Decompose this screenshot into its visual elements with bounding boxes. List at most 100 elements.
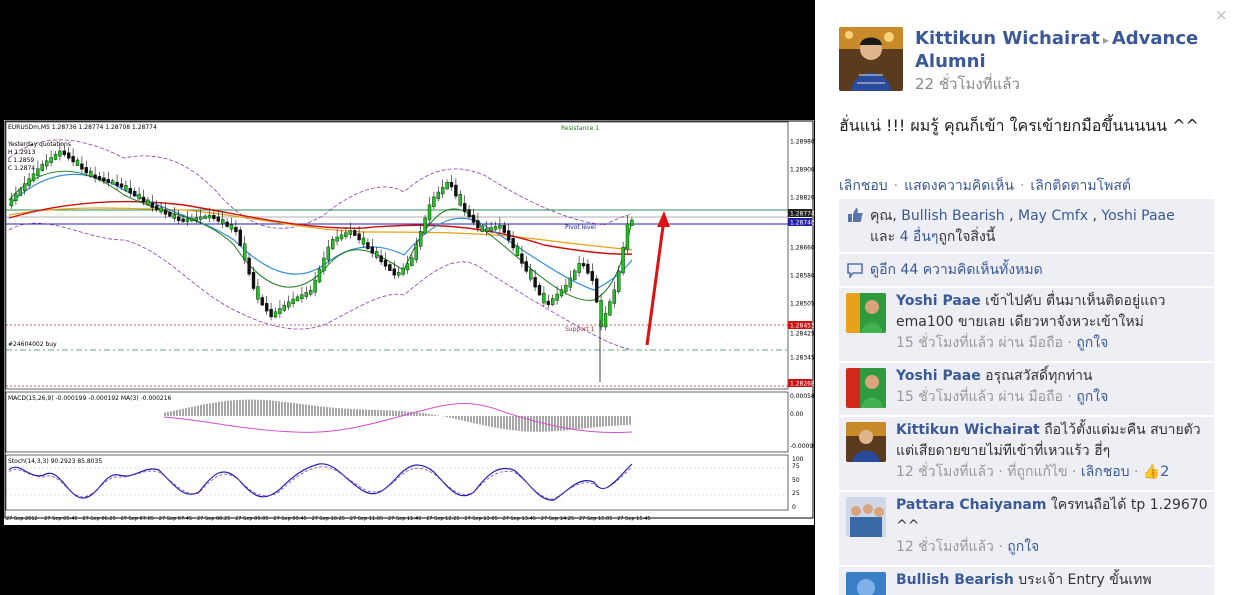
liker-link[interactable]: Yoshi Paae (1101, 208, 1174, 224)
unlike-link[interactable]: เลิกชอบ (1081, 464, 1130, 480)
comment-link[interactable]: แสดงความคิดเห็น (904, 178, 1014, 194)
candle-body (625, 223, 630, 250)
price-tick: 1.28774 (790, 211, 814, 218)
info-line: Yesterday quotations (7, 141, 71, 148)
commenter-name[interactable]: Bullish Bearish (896, 572, 1014, 588)
thumbs-up-icon[interactable]: 👍 (1143, 464, 1160, 480)
price-tick: 1.28505 (790, 301, 814, 308)
pivot-label: Pivot level (565, 224, 596, 231)
commenter-name[interactable]: Yoshi Paae (896, 293, 981, 309)
price-tick: 1.28660 (790, 245, 814, 252)
commenter-avatar[interactable] (846, 368, 886, 408)
candle-body (220, 219, 225, 225)
candle-body (546, 300, 550, 305)
stoch-tick: 25 (792, 490, 800, 497)
candle-body (71, 156, 75, 163)
candle-body (370, 246, 374, 254)
time-tick: 27 Sep 15:05 (579, 516, 612, 522)
candle-body (357, 233, 361, 241)
view-all-comments[interactable]: ดูอีก 44 ความคิดเห็นทั้งหมด (839, 254, 1214, 286)
time-tick: 27 Sep 13:05 (464, 516, 497, 522)
resistance-label: Resistance 1 (561, 125, 599, 132)
commenter-avatar[interactable] (846, 422, 886, 462)
price-tick: 1.28345 (790, 355, 814, 362)
comment-item: Kittikun Wichairat ถือไว้ตั้งแต่มะคืน สบ… (839, 417, 1214, 490)
candle-body (524, 261, 528, 272)
candle-body (36, 168, 40, 176)
like-link[interactable]: ถูกใจ (1007, 539, 1039, 555)
candle-body (309, 289, 313, 295)
candle-body (379, 255, 383, 263)
macd-tick: 0.00 (790, 411, 804, 418)
candle-body (568, 277, 572, 288)
candle-body (203, 215, 207, 219)
post-message: ฮั่นแน่ !!! ผมรู้ คุณก็เข้า ใครเข้ายกมือ… (839, 116, 1199, 135)
candle-body (344, 232, 348, 237)
post-timestamp[interactable]: 22 ชั่วโมงที่แล้ว (915, 72, 1020, 96)
unlike-link[interactable]: เลิกชอบ (839, 178, 888, 194)
commenter-avatar[interactable] (846, 572, 886, 595)
candle-body (265, 303, 269, 312)
commenter-name[interactable]: Pattara Chaiyanam (896, 497, 1046, 513)
commenter-avatar[interactable] (846, 293, 886, 333)
price-tick: 1.28453 (790, 323, 814, 330)
candle-body (102, 177, 106, 182)
time-tick: 27 Sep 12:25 (426, 516, 459, 522)
candle-body (375, 250, 379, 258)
candle-body (471, 214, 476, 223)
comment-item: Pattara Chaiyanam ใครทนถือได้ tp 1.29670… (839, 492, 1214, 565)
candle-body (537, 284, 542, 296)
price-tick: 1.28900 (790, 167, 814, 174)
candle-body (181, 218, 185, 222)
candle-body (80, 163, 84, 170)
candle-body (269, 308, 273, 318)
candle-body (542, 292, 546, 304)
candle-body (216, 216, 221, 222)
candle-body (93, 174, 97, 179)
comment-time[interactable]: 15 ชั่วโมงที่แล้ว ผ่าน มือถือ (896, 389, 1063, 405)
time-tick: 27 Sep 07:05 (121, 516, 154, 522)
thumbs-up-icon (848, 208, 863, 222)
candle-body (432, 196, 436, 207)
candle-body (128, 187, 133, 194)
candle-body (27, 178, 31, 186)
edited-label[interactable]: ที่ถูกแก้ไข (1007, 464, 1067, 480)
comment-time[interactable]: 12 ชั่วโมงที่แล้ว (896, 539, 994, 555)
order-label: #24604002 buy (8, 341, 57, 348)
candle-body (31, 173, 36, 181)
comment-item: Yoshi Paae อรุณสวัสดิ์ทุกท่าน 15 ชั่วโมง… (839, 363, 1214, 415)
candle-body (229, 224, 234, 230)
comment-time[interactable]: 15 ชั่วโมงที่แล้ว ผ่าน มือถือ (896, 335, 1063, 351)
candle-body (577, 263, 581, 273)
candle-body (612, 289, 616, 304)
time-tick: 27 Sep 05:45 (44, 516, 77, 522)
liker-link[interactable]: Bullish Bearish (901, 208, 1004, 224)
commenter-name[interactable]: Yoshi Paae (896, 368, 981, 384)
candle-body (58, 150, 62, 157)
price-tick: 1.28980 (790, 139, 814, 146)
others-link[interactable]: 4 อื่นๆ (900, 229, 939, 245)
comment-time[interactable]: 12 ชั่วโมงที่แล้ว (896, 464, 994, 480)
unfollow-link[interactable]: เลิกติดตามโพสต์ (1030, 178, 1131, 194)
candle-body (300, 294, 304, 300)
like-count[interactable]: 2 (1160, 464, 1169, 480)
stoch-tick: 75 (792, 463, 800, 470)
price-tick: 1.28425 (790, 331, 814, 338)
candle-body (489, 227, 493, 231)
candle-body (304, 292, 308, 297)
time-tick: 27 Sep 09:45 (273, 516, 306, 522)
author-name[interactable]: Kittikun Wichairat (915, 28, 1100, 49)
close-button[interactable]: × (1215, 6, 1228, 24)
commenter-name[interactable]: Kittikun Wichairat (896, 422, 1040, 438)
candle-body (405, 263, 410, 271)
candle-body (511, 238, 515, 249)
like-link[interactable]: ถูกใจ (1076, 389, 1108, 405)
like-link[interactable]: ถูกใจ (1076, 335, 1108, 351)
liker-link[interactable]: May Cmfx (1018, 208, 1088, 224)
commenter-avatar[interactable] (846, 497, 886, 537)
candle-body (247, 257, 251, 275)
time-tick: 27 Sep 09:05 (235, 516, 268, 522)
price-tick: 1.28820 (790, 195, 814, 202)
candle-body (467, 209, 471, 218)
author-avatar[interactable] (839, 27, 903, 91)
